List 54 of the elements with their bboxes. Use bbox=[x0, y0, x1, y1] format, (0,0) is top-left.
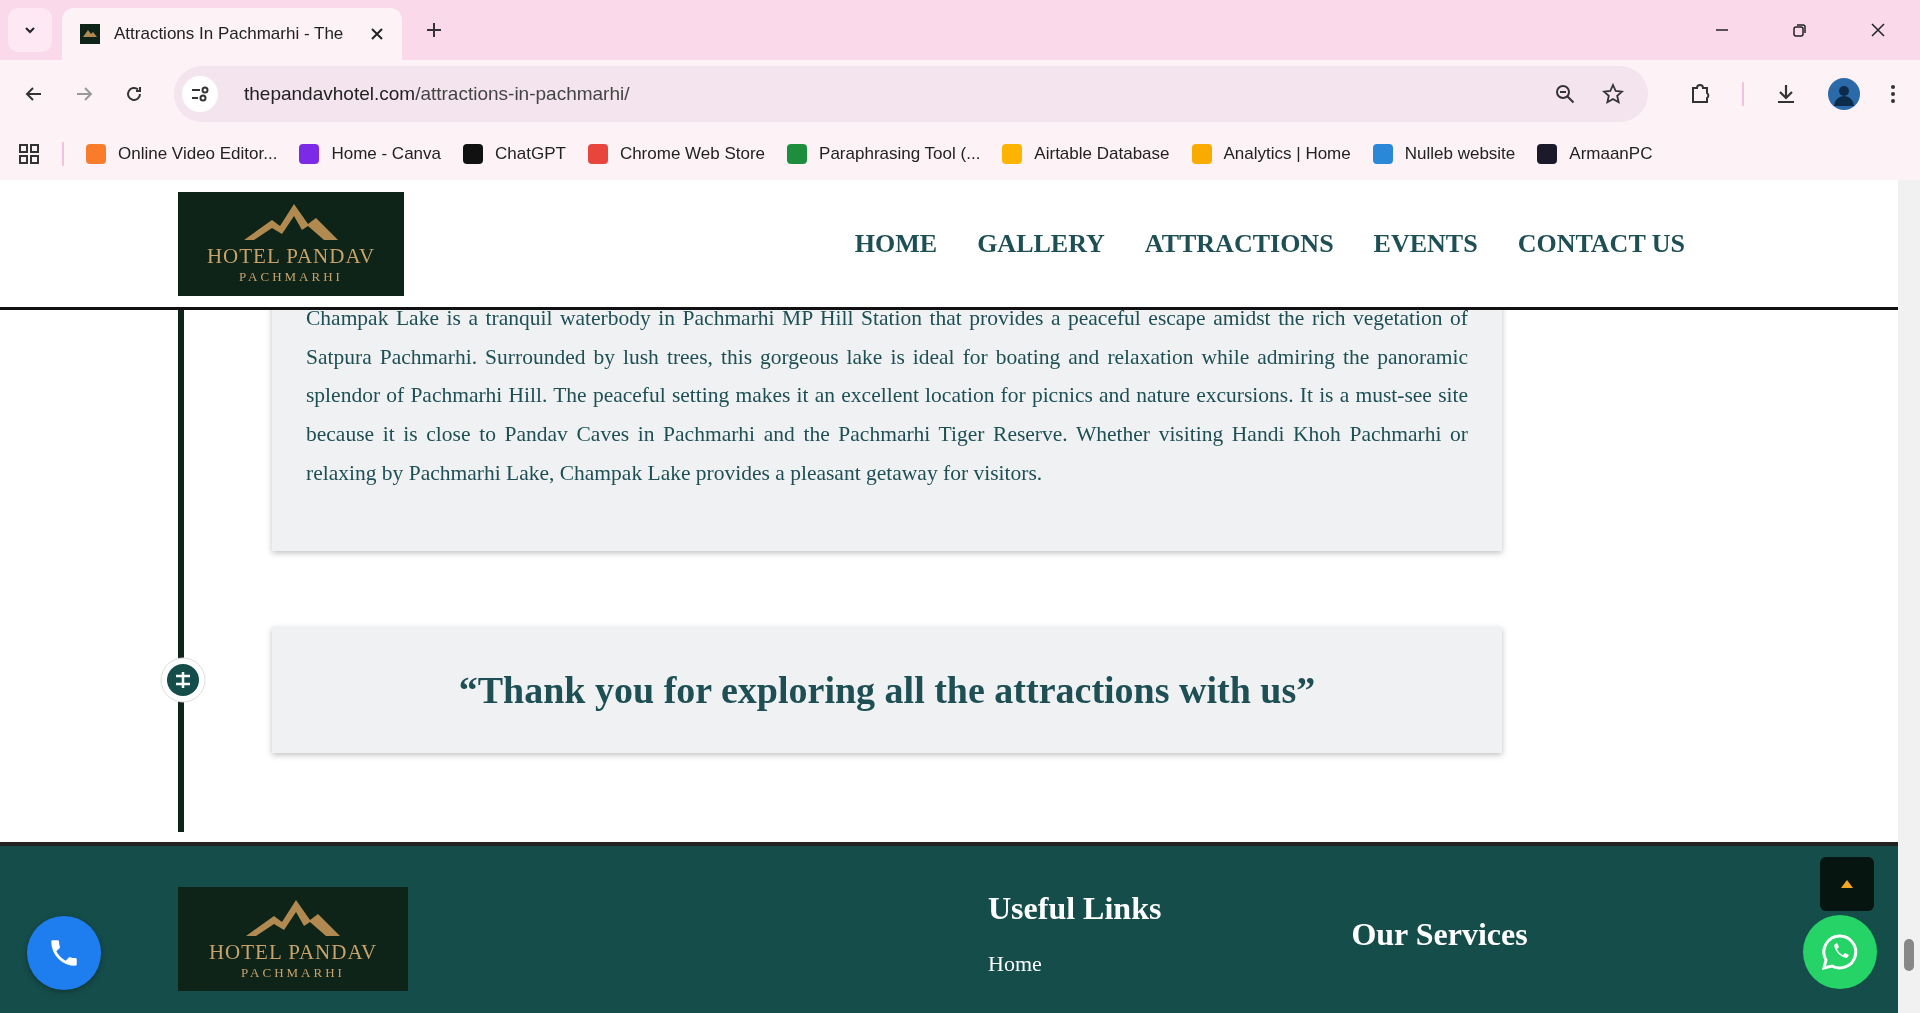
apps-icon[interactable] bbox=[18, 143, 40, 165]
avatar-icon[interactable] bbox=[1828, 78, 1860, 110]
attraction-description: Champak Lake is a tranquil waterbody in Pachmarhi MP Hill Station that provides a peaceful escape amidst the rich vegetation of Satpura Pachmarhi. Surrounded by lush trees, this gorgeous lake is ideal for boating and relaxation while admiring the panoramic splendor of Pachmarhi Hill. The peaceful setting makes it an excellent location for picnics and nature excursions. It is a must-see site because it is close to Pandav Caves in Pachmarhi and the Pachmarhi Tiger Reserve. Whether visiting Handi Khoh Pachmarhi or relaxing by Pachmarhi Lake, Champak Lake provides a pleasant getaway for visitors. bbox=[306, 305, 1468, 487]
bookmark-icon bbox=[1372, 144, 1393, 164]
bookmark-icon bbox=[787, 144, 808, 164]
restore-icon[interactable] bbox=[1792, 22, 1808, 38]
bookmark[interactable]: ArmaanPC bbox=[1537, 144, 1653, 164]
bookmark-icon bbox=[1002, 144, 1023, 164]
nav-link[interactable]: EVENTS bbox=[1373, 228, 1478, 259]
footer-logo[interactable]: HOTEL PANDAV PACHMARHI bbox=[178, 887, 408, 991]
footer-heading: Our Services bbox=[1351, 916, 1528, 953]
site-settings-icon[interactable] bbox=[182, 76, 218, 112]
bookmark-icon bbox=[587, 144, 608, 164]
bookmark[interactable]: Paraphrasing Tool (... bbox=[787, 144, 981, 164]
bookmark[interactable]: Online Video Editor... bbox=[86, 144, 278, 164]
call-button[interactable] bbox=[27, 916, 101, 990]
nav-link[interactable]: CONTACT US bbox=[1517, 228, 1685, 259]
nav-link[interactable]: ATTRACTIONS bbox=[1144, 228, 1334, 259]
bookmark-icon bbox=[1537, 144, 1558, 164]
closing-quote: “Thank you for exploring all the attractions with us” bbox=[458, 667, 1316, 712]
nav-link[interactable]: GALLERY bbox=[977, 228, 1105, 259]
bookmark[interactable]: Home - Canva bbox=[299, 144, 441, 164]
bookmark[interactable]: Airtable Database bbox=[1002, 144, 1170, 164]
footer-link[interactable]: Home bbox=[988, 951, 1162, 977]
logo-name: HOTEL PANDAV bbox=[208, 939, 378, 965]
close-icon[interactable] bbox=[1870, 22, 1886, 38]
reload-icon[interactable] bbox=[124, 84, 144, 104]
logo-place: PACHMARHI bbox=[239, 269, 343, 285]
bookmark-icon bbox=[299, 144, 320, 164]
logo-name: HOTEL PANDAV bbox=[206, 244, 376, 269]
bookmark-icon bbox=[1191, 144, 1212, 164]
address-bar[interactable]: thepandavhotel.com/attractions-in-pachmarhi/ bbox=[174, 66, 1648, 122]
bookmark[interactable]: Analytics | Home bbox=[1191, 144, 1351, 164]
menu-icon[interactable] bbox=[1890, 84, 1896, 104]
bookmark[interactable]: Chrome Web Store bbox=[587, 144, 766, 164]
tab-title: Attractions In Pachmarhi - The bbox=[114, 24, 345, 44]
nav-link[interactable]: HOME bbox=[854, 228, 938, 259]
zoom-out-icon[interactable] bbox=[1554, 83, 1576, 105]
mountain-icon bbox=[80, 24, 100, 44]
bookmark[interactable]: ChatGPT bbox=[463, 144, 566, 164]
footer-heading: Useful Links bbox=[988, 890, 1162, 927]
bookmark-icon bbox=[463, 144, 483, 164]
caret-up-icon bbox=[1841, 880, 1853, 888]
scrollbar[interactable] bbox=[1898, 180, 1920, 1013]
url-text: thepandavhotel.com/attractions-in-pachmarhi/ bbox=[244, 83, 630, 105]
timeline-marker-icon bbox=[160, 656, 206, 703]
new-tab-icon[interactable] bbox=[426, 22, 442, 38]
logo-place: PACHMARHI bbox=[241, 964, 345, 981]
hotel-logo[interactable]: HOTEL PANDAV PACHMARHI bbox=[178, 191, 404, 296]
browser-tab[interactable]: Attractions In Pachmarhi - The bbox=[62, 8, 402, 60]
close-icon[interactable] bbox=[370, 27, 384, 41]
star-icon[interactable] bbox=[1602, 83, 1624, 105]
bookmark[interactable]: Nulleb website bbox=[1372, 144, 1516, 164]
bookmark-icon bbox=[86, 144, 106, 164]
